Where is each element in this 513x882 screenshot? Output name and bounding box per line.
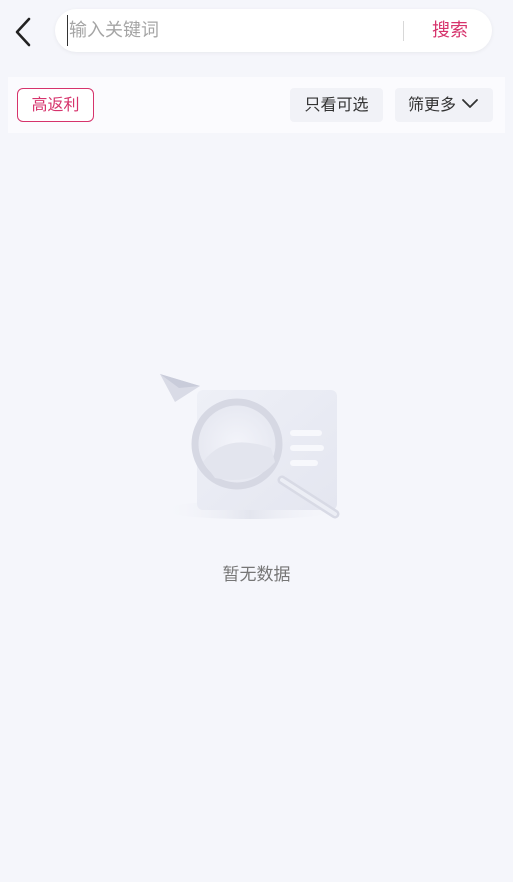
more-filters-label: 筛更多 [408, 95, 457, 114]
only-available-filter[interactable]: 只看可选 [290, 88, 383, 122]
filter-bar: 高返利 只看可选 筛更多 [8, 77, 505, 133]
search-box: 搜索 [55, 9, 492, 52]
search-input[interactable] [67, 15, 387, 46]
empty-state-message: 暂无数据 [222, 565, 291, 585]
empty-magnifier-illustration [160, 374, 340, 519]
search-results-page: 搜索 高返利 只看可选 筛更多 [0, 0, 513, 882]
more-filters-button[interactable]: 筛更多 [395, 88, 493, 122]
high-rebate-filter[interactable]: 高返利 [17, 88, 94, 122]
back-arrow-icon [15, 17, 31, 47]
back-button[interactable] [6, 12, 40, 52]
search-button[interactable]: 搜索 [417, 15, 483, 46]
search-divider [403, 21, 404, 41]
top-bar: 搜索 [0, 0, 513, 62]
chevron-down-icon [462, 99, 478, 108]
